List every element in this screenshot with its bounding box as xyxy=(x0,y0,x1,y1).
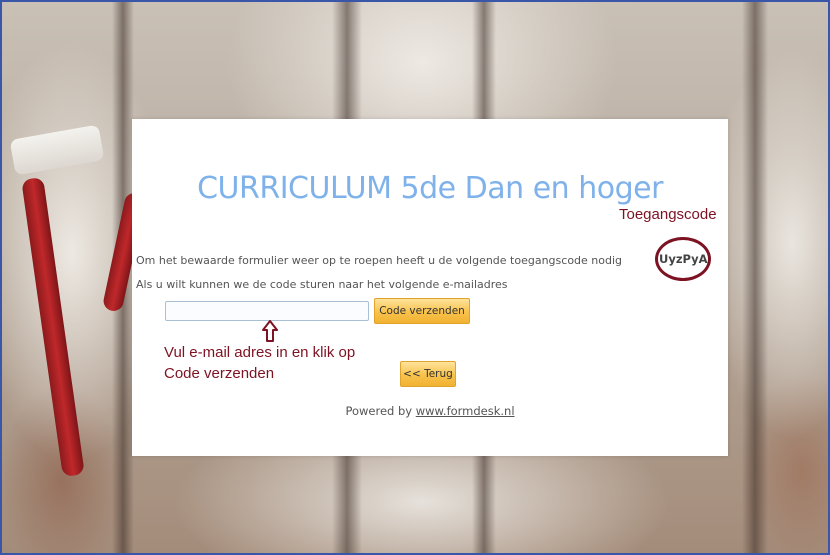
up-arrow-icon xyxy=(262,320,278,342)
retrieve-instruction: Om het bewaarde formulier weer op te roe… xyxy=(136,254,623,267)
access-code-annotation: Toegangscode xyxy=(619,206,717,223)
back-button[interactable]: << Terug xyxy=(400,361,456,387)
form-panel: CURRICULUM 5de Dan en hoger Om het bewaa… xyxy=(132,119,728,456)
instruction-annotation-line2: Code verzenden xyxy=(164,365,275,382)
access-code-highlight-circle xyxy=(655,237,711,281)
email-instruction: Als u wilt kunnen we de code sturen naar… xyxy=(136,278,508,291)
send-code-button[interactable]: Code verzenden xyxy=(374,298,470,324)
instruction-annotation-line1: Vul e-mail adres in en klik op xyxy=(164,344,356,361)
powered-by: Powered by www.formdesk.nl xyxy=(132,404,728,418)
powered-by-label: Powered by xyxy=(345,404,413,418)
background-fold xyxy=(742,2,768,553)
screenshot-frame: CURRICULUM 5de Dan en hoger Om het bewaa… xyxy=(0,0,830,555)
page-title: CURRICULUM 5de Dan en hoger xyxy=(197,171,663,206)
email-field[interactable] xyxy=(165,301,369,321)
formdesk-link[interactable]: www.formdesk.nl xyxy=(416,404,515,418)
